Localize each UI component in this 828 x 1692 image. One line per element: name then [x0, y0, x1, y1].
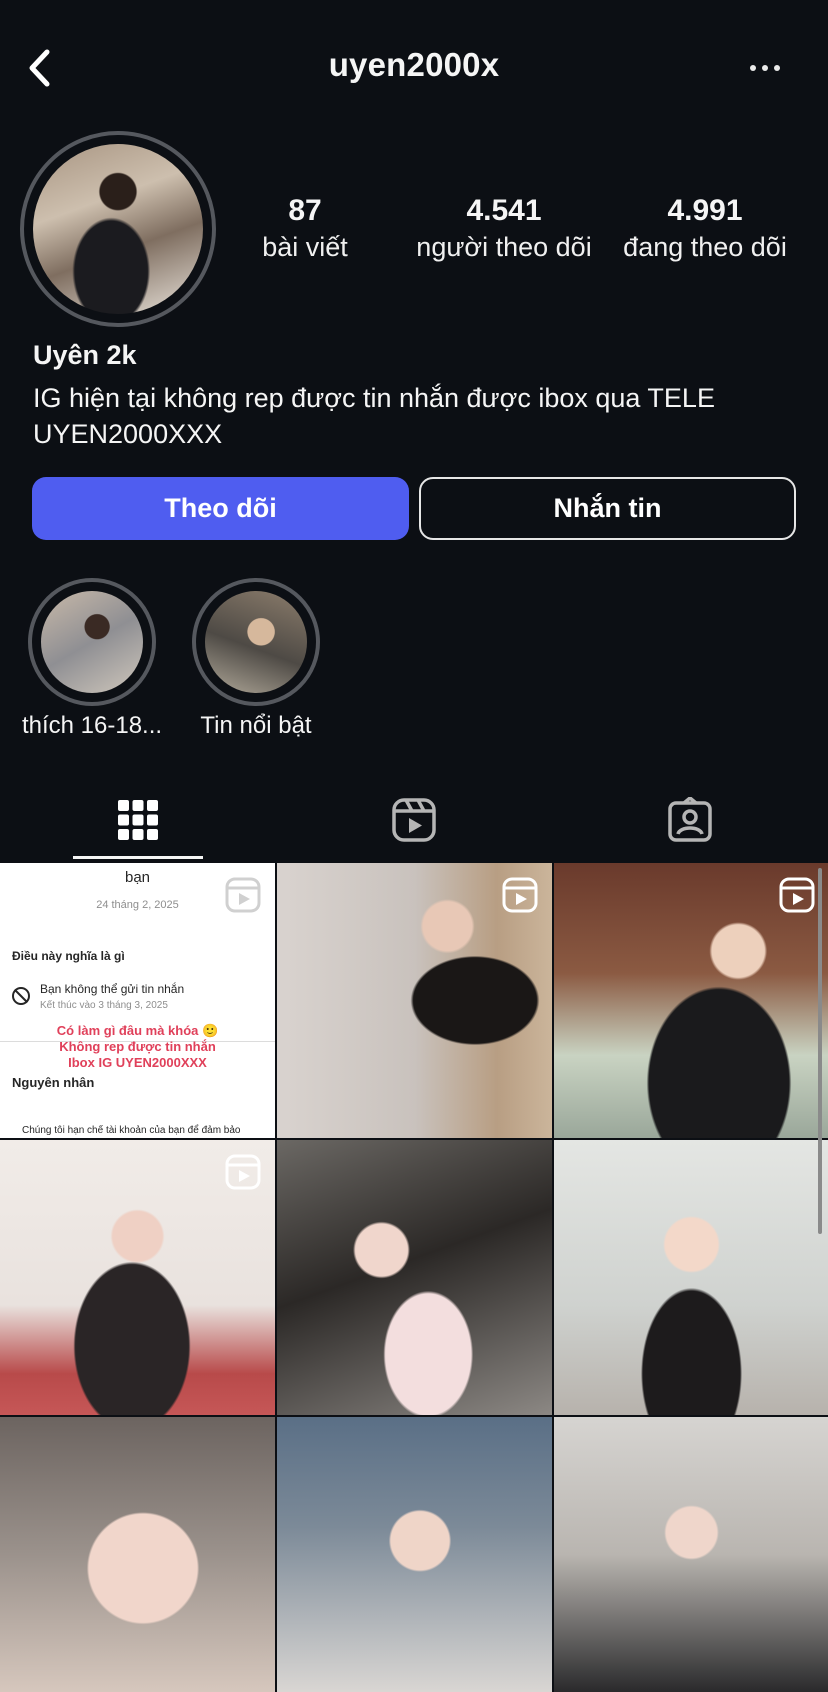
post-thumbnail[interactable]: [554, 863, 828, 1138]
grid-icon: [118, 800, 158, 840]
block-icon: [12, 987, 30, 1005]
highlight-1[interactable]: [28, 578, 156, 706]
highlight-cover: [41, 591, 143, 693]
highlight-2-label: Tin nổi bật: [200, 712, 312, 739]
post-overlay-text: Có làm gì đâu mà khóa 🙂 Không rep được t…: [0, 1023, 275, 1071]
stat-posts-count: 87: [288, 194, 322, 227]
post-thumbnail[interactable]: [277, 1417, 552, 1692]
overlay-line: Có làm gì đâu mà khóa 🙂: [56, 1023, 219, 1038]
follow-button[interactable]: Theo dõi: [32, 477, 409, 540]
post-text: Chúng tôi hạn chế tài khoản của bạn để đ…: [22, 1125, 241, 1136]
stat-posts[interactable]: 87 bài viết: [250, 192, 360, 264]
post-thumbnail[interactable]: [277, 863, 552, 1138]
post-thumbnail[interactable]: [554, 1417, 828, 1692]
post-thumbnail[interactable]: [277, 1140, 552, 1415]
highlight-cover: [205, 591, 307, 693]
dot-icon: [774, 65, 780, 71]
reel-badge-icon: [225, 1154, 261, 1190]
scrollbar[interactable]: [818, 868, 822, 1234]
message-button[interactable]: Nhắn tin: [419, 477, 796, 540]
reels-icon: [392, 798, 436, 842]
tab-posts-grid[interactable]: [98, 790, 178, 850]
reel-badge-icon: [779, 877, 815, 913]
stat-following[interactable]: 4.991 đang theo dõi: [610, 192, 800, 264]
dot-icon: [750, 65, 756, 71]
active-tab-indicator: [73, 856, 203, 859]
profile-bio: IG hiện tại không rep được tin nhắn được…: [33, 380, 803, 452]
profile-username: uyen2000x: [328, 46, 500, 83]
post-text: Nguyên nhân: [12, 1075, 95, 1090]
bio-line: UYEN2000XXX: [33, 419, 223, 449]
stat-following-count: 4.991: [667, 194, 743, 227]
post-text: Bạn không thể gửi tin nhắn: [40, 982, 185, 996]
overlay-line: Ibox IG UYEN2000XXX: [68, 1055, 207, 1070]
post-text: Kết thúc vào 3 tháng 3, 2025: [40, 1000, 168, 1011]
stat-following-label: đang theo dõi: [623, 232, 787, 262]
post-thumbnail[interactable]: [0, 1417, 275, 1692]
post-thumbnail[interactable]: bạn 24 tháng 2, 2025 Điều này nghĩa là g…: [0, 863, 275, 1138]
post-text: Điều này nghĩa là gì: [12, 949, 125, 963]
more-options-button[interactable]: [738, 48, 792, 88]
avatar-image: [33, 144, 203, 314]
stat-followers-label: người theo dõi: [416, 232, 592, 262]
profile-avatar[interactable]: [20, 131, 216, 327]
dot-icon: [762, 65, 768, 71]
reel-badge-icon: [502, 877, 538, 913]
bio-line: IG hiện tại không rep được tin nhắn được…: [33, 383, 715, 413]
overlay-line: Không rep được tin nhắn: [59, 1039, 216, 1054]
stat-posts-label: bài viết: [262, 232, 348, 262]
tagged-icon: [668, 797, 712, 842]
display-name: Uyên 2k: [33, 340, 137, 370]
stat-followers[interactable]: 4.541 người theo dõi: [404, 192, 604, 264]
post-thumbnail[interactable]: [0, 1140, 275, 1415]
tab-tagged[interactable]: [650, 790, 730, 850]
highlight-2[interactable]: [192, 578, 320, 706]
post-thumbnail[interactable]: [554, 1140, 828, 1415]
reel-badge-icon: [225, 877, 261, 913]
stat-followers-count: 4.541: [466, 194, 542, 227]
highlight-1-label: thích 16-18...: [21, 712, 163, 739]
tab-reels[interactable]: [374, 790, 454, 850]
